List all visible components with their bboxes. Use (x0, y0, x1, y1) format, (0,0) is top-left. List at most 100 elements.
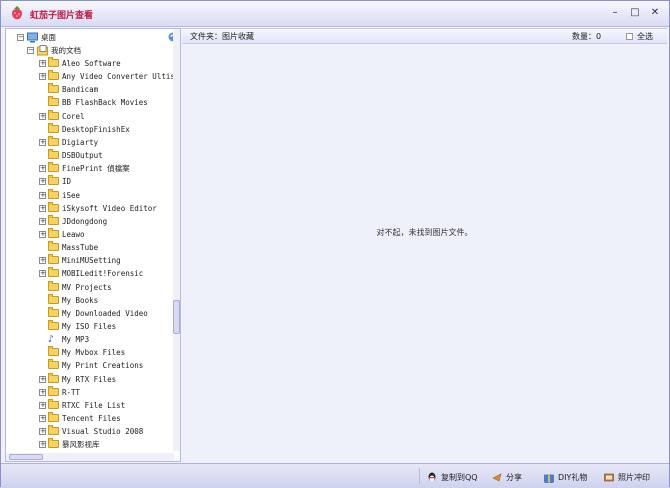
folder-icon (48, 398, 59, 409)
bottom-toolbar: 复制到QQ 分享 DIY礼物 照片冲印 (1, 463, 669, 488)
folder-icon (48, 306, 59, 317)
folder-icon (48, 70, 59, 81)
folder-icon (48, 280, 59, 291)
tree-node-label: Aleo Software (62, 59, 121, 68)
folder-icon (48, 425, 59, 436)
title-bar[interactable]: 虹茄子图片查看 – □ ✕ (1, 1, 669, 27)
checkbox-icon[interactable] (626, 33, 633, 40)
tree-node-label: Bandicam (62, 85, 99, 95)
folder-icon (48, 359, 59, 370)
expand-icon[interactable]: + (39, 204, 46, 212)
collapse-icon[interactable]: − (17, 34, 24, 41)
expand-icon[interactable]: + (39, 73, 46, 81)
diy-gift-label: DIY礼物 (558, 472, 588, 482)
expand-icon[interactable]: + (39, 230, 46, 238)
folder-icon (48, 175, 59, 186)
share-label: 分享 (506, 472, 522, 482)
tree-label-desktop: 桌面 (41, 33, 56, 42)
content-header: 文件夹：图片收藏 数量：0 全选 (182, 29, 667, 44)
music-note-icon: ♪ (48, 334, 55, 346)
vertical-scrollbar[interactable] (173, 29, 180, 451)
folder-icon (48, 201, 59, 212)
expand-icon[interactable]: + (39, 112, 46, 120)
tree-node-label: MassTube (62, 243, 99, 253)
tree-label-my-documents: 我的文档 (51, 46, 81, 55)
vertical-scroll-thumb[interactable] (173, 300, 180, 334)
folder-icon (48, 267, 59, 278)
copy-to-qq-button[interactable]: 复制到QQ (427, 470, 478, 484)
folder-icon (48, 254, 59, 265)
expand-icon[interactable]: + (39, 257, 46, 265)
tree-node-label: iSee (62, 190, 81, 200)
tree-node-label: 暴风影视库 (62, 440, 100, 450)
select-all-checkbox[interactable]: 全选 (626, 31, 653, 42)
expand-icon[interactable]: + (39, 441, 46, 449)
tree-node-label: DesktopFinishEx (62, 124, 130, 134)
tree-node-label: MV Projects (62, 282, 112, 292)
folder-icon (48, 372, 59, 383)
folder-tree-panel: − 桌面 − 我的文档 + Aleo Software + Any Video Co (5, 28, 181, 462)
folder-icon (48, 83, 59, 94)
maximize-button[interactable]: □ (627, 5, 643, 21)
expand-icon[interactable]: + (39, 270, 46, 278)
toolbar-separator (419, 468, 420, 484)
expand-icon[interactable]: + (39, 217, 46, 225)
tree-node-label: MiniMUSetting (62, 256, 121, 266)
folder-icon (48, 241, 59, 252)
image-content-panel: 文件夹：图片收藏 数量：0 全选 对不起，未找到图片文件。 (182, 28, 667, 463)
copy-to-qq-label: 复制到QQ (441, 472, 478, 482)
expand-icon[interactable]: + (39, 388, 46, 396)
select-all-label: 全选 (637, 32, 653, 41)
tree-node-label: JDdongdong (62, 216, 108, 226)
tree-node-label: My RTX Files (62, 374, 117, 384)
tree-node-label: Tencent Files (62, 414, 121, 424)
expand-icon[interactable]: + (39, 138, 46, 146)
tree-node-label: My Mvbox Files (62, 348, 126, 358)
tree-node-label: My Print Creations (62, 361, 144, 371)
minimize-button[interactable]: – (607, 5, 623, 21)
expand-icon[interactable]: + (39, 178, 46, 186)
folder-icon (48, 109, 59, 120)
tree-node-label: ID (62, 177, 72, 187)
tree-node-label: Any Video Converter Ultis (62, 72, 175, 82)
folder-icon (48, 135, 59, 146)
tree-node-label: MOBILedit!Forensic (62, 269, 144, 279)
photo-print-button[interactable]: 照片冲印 (604, 470, 650, 484)
expand-icon[interactable]: + (39, 60, 46, 67)
folder-icon (48, 162, 59, 173)
tree-node-label: My ISO Files (62, 322, 117, 331)
tree-node-label: RTXC File List (62, 400, 126, 410)
expand-icon[interactable]: + (39, 165, 46, 173)
tree-node-label: DSBOutput (62, 151, 103, 161)
folder-icon (48, 320, 59, 330)
folder-icon (48, 346, 59, 357)
tree-node-label: Leawo (62, 229, 85, 239)
app-window: 虹茄子图片查看 – □ ✕ − 桌面 − 我的文档 + Aleo Softwar… (0, 0, 670, 488)
window-title: 虹茄子图片查看 (30, 11, 94, 21)
share-button[interactable]: 分享 (492, 470, 522, 484)
strawberry-icon (12, 6, 22, 20)
horizontal-scroll-thumb[interactable] (9, 454, 43, 460)
folder-icon (48, 412, 59, 423)
expand-icon[interactable]: + (39, 415, 46, 423)
folder-icon (48, 385, 59, 396)
qq-icon (428, 472, 436, 481)
collapse-icon[interactable]: − (27, 47, 34, 54)
tree-node-label: BB FlashBack Movies (62, 98, 148, 108)
expand-icon[interactable]: + (39, 375, 46, 383)
gift-icon (544, 474, 554, 483)
close-button[interactable]: ✕ (647, 5, 663, 21)
expand-icon[interactable]: + (39, 191, 46, 199)
share-icon (492, 472, 502, 481)
diy-gift-button[interactable]: DIY礼物 (544, 470, 587, 484)
expand-icon[interactable]: + (39, 401, 46, 409)
tree-node-label: Visual Studio 2008 (62, 427, 144, 437)
folder-icon (48, 293, 59, 304)
expand-icon[interactable]: + (39, 428, 46, 436)
tree-node-label: My Books (62, 295, 99, 305)
current-folder-label: 文件夹：图片收藏 (190, 32, 254, 41)
folder-icon (48, 149, 59, 160)
folder-icon (48, 57, 59, 67)
desktop-icon (27, 32, 38, 43)
tree-node-label: iSkysoft Video Editor (62, 203, 157, 213)
